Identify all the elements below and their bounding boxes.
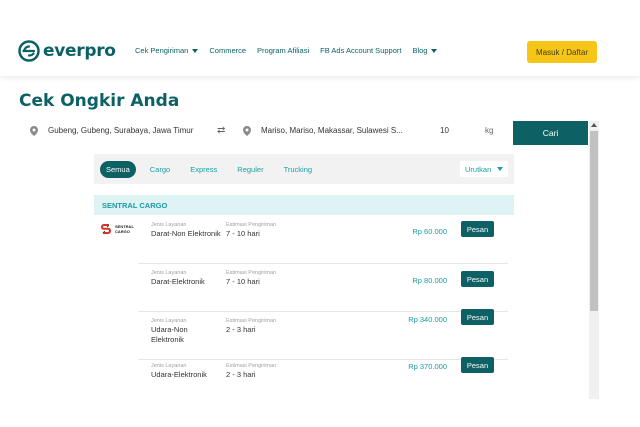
destination-input[interactable]: Mariso, Mariso, Makassar, Sulawesi S... (261, 126, 415, 135)
weight-unit: kg (485, 126, 494, 135)
service-row: Jenis Layanan Udara-Elektronik Estimasi … (138, 357, 508, 399)
cargo-logo-text: SENTRAL CARGO (115, 224, 134, 234)
origin-input[interactable]: Gubeng, Gubeng, Surabaya, Jawa Timur (48, 126, 193, 135)
service-label: Jenis Layanan (151, 363, 187, 369)
estimate-label: Estimasi Pengiriman (226, 270, 277, 276)
filter-tab-semua[interactable]: Semua (100, 160, 136, 178)
estimate-value: 7 - 10 hari (226, 229, 260, 238)
nav-link-label: Cek Pengiriman (135, 46, 189, 55)
nav-link-label: Blog (412, 46, 428, 55)
courier-section-title: SENTRAL CARGO (94, 195, 514, 215)
price: Rp 370.000 (408, 362, 447, 371)
logo-text: everpro (43, 41, 116, 61)
nav-links: Cek Pengiriman Commerce Program Afiliasi… (135, 46, 448, 55)
filter-tab-reguler[interactable]: Reguler (231, 161, 269, 178)
service-name: Darat-Non Elektronik (151, 229, 221, 238)
logo-icon (18, 40, 40, 62)
nav-link-label: FB Ads Account Support (320, 46, 402, 55)
scroll-thumb[interactable] (590, 131, 598, 311)
nav-cek-pengiriman[interactable]: Cek Pengiriman (135, 46, 199, 55)
login-register-button[interactable]: Masuk / Daftar (527, 41, 597, 63)
location-pin-icon (30, 126, 38, 136)
chevron-down-icon (431, 48, 438, 53)
weight-input[interactable]: 10 (440, 126, 449, 135)
sort-dropdown[interactable]: Urutkan (460, 161, 508, 177)
service-label: Jenis Layanan (151, 318, 187, 324)
page-title: Cek Ongkir Anda (19, 91, 180, 111)
price: Rp 80.000 (412, 276, 447, 285)
nav-program-afiliasi[interactable]: Program Afiliasi (257, 46, 309, 55)
chevron-down-icon (192, 48, 199, 53)
nav-fb-ads-support[interactable]: FB Ads Account Support (320, 46, 401, 55)
service-label: Jenis Layanan (151, 222, 187, 228)
order-button[interactable]: Pesan (461, 271, 494, 287)
filter-tab-express[interactable]: Express (184, 161, 223, 178)
service-row: Jenis Layanan Darat-Non Elektronik Estim… (138, 216, 508, 264)
filter-tab-trucking[interactable]: Trucking (278, 161, 318, 178)
order-button[interactable]: Pesan (461, 357, 494, 373)
scroll-up-icon[interactable] (591, 123, 597, 127)
sentral-cargo-logo: SENTRAL CARGO (100, 223, 137, 235)
service-row: Jenis Layanan Darat-Elektronik Estimasi … (138, 264, 508, 312)
estimate-label: Estimasi Pengiriman (226, 363, 277, 369)
sort-label: Urutkan (465, 164, 492, 174)
service-name: Udara-Elektronik (151, 370, 207, 379)
chevron-down-icon (497, 167, 504, 171)
location-pin-icon (243, 126, 251, 136)
estimate-label: Estimasi Pengiriman (226, 222, 277, 228)
search-button[interactable]: Cari (513, 121, 588, 145)
top-navbar: everpro Cek Pengiriman Commerce Program … (0, 0, 640, 76)
nav-blog[interactable]: Blog (412, 46, 438, 55)
price: Rp 340.000 (408, 315, 447, 324)
estimate-label: Estimasi Pengiriman (226, 318, 277, 324)
estimate-value: 2 - 3 hari (226, 325, 256, 334)
order-button[interactable]: Pesan (461, 221, 494, 237)
service-name: Darat-Elektronik (151, 277, 205, 286)
service-row: Jenis Layanan Udara-Non Elektronik Estim… (138, 309, 508, 360)
estimate-value: 2 - 3 hari (226, 370, 256, 379)
nav-commerce[interactable]: Commerce (209, 46, 246, 55)
everpro-logo[interactable]: everpro (18, 40, 116, 62)
scrollbar[interactable] (589, 121, 599, 399)
service-label: Jenis Layanan (151, 270, 187, 276)
filter-bar: Semua Cargo Express Reguler Trucking Uru… (94, 154, 514, 184)
swap-icon[interactable]: ⇄ (217, 125, 225, 136)
sentral-cargo-icon (100, 224, 112, 234)
filter-tab-cargo[interactable]: Cargo (144, 161, 176, 178)
price: Rp 60.000 (412, 227, 447, 236)
nav-link-label: Commerce (209, 46, 247, 55)
estimate-value: 7 - 10 hari (226, 277, 260, 286)
results-panel: Semua Cargo Express Reguler Trucking Uru… (94, 150, 514, 399)
order-button[interactable]: Pesan (461, 309, 494, 325)
nav-link-label: Program Afiliasi (257, 46, 310, 55)
service-name: Udara-Non Elektronik (151, 325, 188, 344)
shipping-search-bar: Gubeng, Gubeng, Surabaya, Jawa Timur ⇄ M… (18, 118, 512, 144)
